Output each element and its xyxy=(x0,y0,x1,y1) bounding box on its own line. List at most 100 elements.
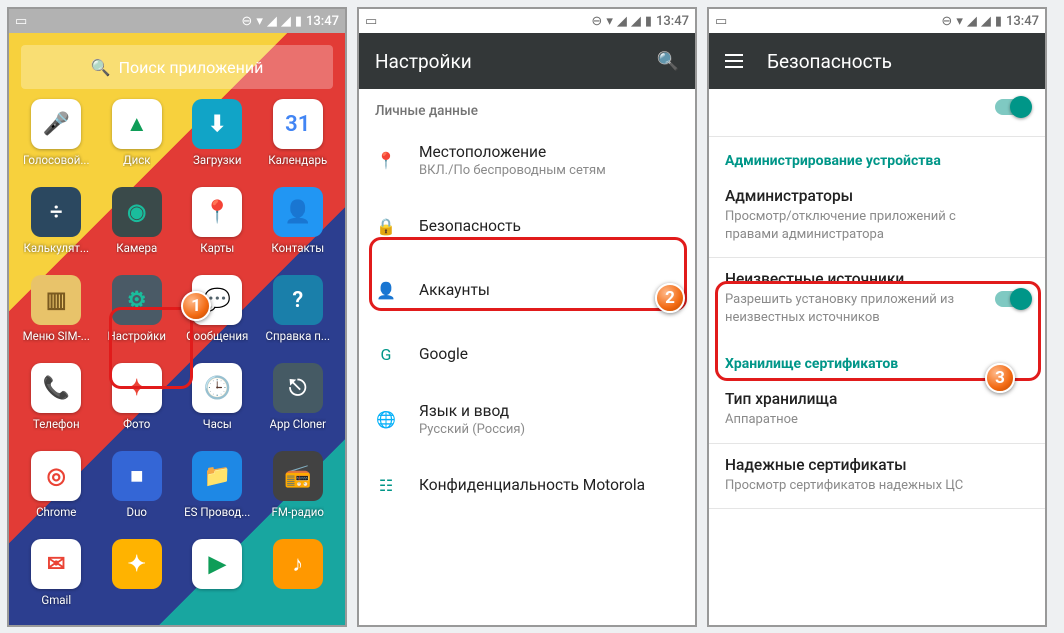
app-FM-радио[interactable]: 📻FM-радио xyxy=(259,451,338,537)
dnd-icon: ⊖ xyxy=(241,14,252,29)
menu-button[interactable] xyxy=(725,60,743,62)
settings-row-title: Безопасность xyxy=(419,217,521,235)
app-Камера[interactable]: ◉Камера xyxy=(98,187,177,273)
app-Календарь[interactable]: 31 Календарь xyxy=(259,99,338,185)
toggle-partial[interactable] xyxy=(995,99,1029,115)
row-title: Тип хранилища xyxy=(725,390,1029,408)
app-icon: 📁 xyxy=(192,451,242,501)
notification-icon: ▭ xyxy=(15,14,27,29)
app-slot-23[interactable]: ♪ xyxy=(259,539,338,625)
signal-icon: ◢ xyxy=(967,14,977,29)
app-Gmail[interactable]: ✉Gmail xyxy=(17,539,96,625)
app-icon: ✉ xyxy=(31,539,81,589)
app-label: Сообщения xyxy=(186,329,248,343)
app-Телефон[interactable]: 📞Телефон xyxy=(17,363,96,449)
row-unknown-sources[interactable]: Неизвестные источники Разрешить установк… xyxy=(709,258,1045,340)
app-icon: ÷ xyxy=(31,187,81,237)
security-appbar: Безопасность xyxy=(709,33,1045,89)
settings-row-2[interactable]: 👤Аккаунты xyxy=(359,258,695,322)
app-label: Голосовой... xyxy=(23,153,89,167)
signal-icon-2: ◢ xyxy=(631,14,641,29)
app-Chrome[interactable]: ◎Chrome xyxy=(17,451,96,537)
app-slot-22[interactable]: ▶ xyxy=(178,539,257,625)
app-Диск[interactable]: ▲Диск xyxy=(98,99,177,185)
app-Загрузки[interactable]: ⬇Загрузки xyxy=(178,99,257,185)
row-sub: Просмотр/отключение приложений с правами… xyxy=(725,208,975,243)
battery-icon: ▮ xyxy=(995,14,1002,29)
status-bar: ▭ ⊖ ▾ ◢ ◢ ▮ 13:47 xyxy=(709,9,1045,33)
section-personal: Личные данные xyxy=(359,89,695,127)
wifi-icon: ▾ xyxy=(606,14,613,29)
app-Часы[interactable]: 🕒Часы xyxy=(178,363,257,449)
search-placeholder: Поиск приложений xyxy=(119,58,264,77)
status-bar: ▭ ⊖ ▾ ◢ ◢ ▮ 13:47 xyxy=(9,9,345,33)
signal-icon: ◢ xyxy=(617,14,627,29)
signal-icon: ◢ xyxy=(267,14,277,29)
app-Фото[interactable]: ✦Фото xyxy=(98,363,177,449)
app-icon: 31 xyxy=(273,99,323,149)
settings-row-title: Язык и ввод xyxy=(419,402,525,420)
app-Настройки[interactable]: ⚙Настройки xyxy=(98,275,177,361)
row-partial-top[interactable] xyxy=(709,89,1045,137)
settings-row-5[interactable]: ☷Конфиденциальность Motorola xyxy=(359,453,695,517)
app-label: ES Провод... xyxy=(184,505,250,519)
search-input[interactable]: 🔍 Поиск приложений xyxy=(21,45,333,89)
row-storage-type[interactable]: Тип хранилища Аппаратное xyxy=(709,378,1045,443)
wifi-icon: ▾ xyxy=(956,14,963,29)
row-trusted-certs[interactable]: Надежные сертификаты Просмотр сертификат… xyxy=(709,444,1045,509)
settings-appbar: Настройки 🔍 xyxy=(359,33,695,89)
battery-icon: ▮ xyxy=(645,14,652,29)
row-title: Надежные сертификаты xyxy=(725,456,1029,474)
app-icon: 📍 xyxy=(192,187,242,237)
section-admin: Администрирование устройства xyxy=(709,137,1045,175)
app-Справка п...[interactable]: ?Справка п... xyxy=(259,275,338,361)
app-icon: ? xyxy=(273,275,323,325)
dnd-icon: ⊖ xyxy=(941,14,952,29)
row-sub: Просмотр сертификатов надежных ЦС xyxy=(725,477,975,495)
row-administrators[interactable]: Администраторы Просмотр/отключение прило… xyxy=(709,175,1045,257)
app-ES Провод...[interactable]: 📁 ES Провод... xyxy=(178,451,257,537)
app-Duo[interactable]: ■Duo xyxy=(98,451,177,537)
app-Контакты[interactable]: 👤Контакты xyxy=(259,187,338,273)
status-bar: ▭ ⊖ ▾ ◢ ◢ ▮ 13:47 xyxy=(359,9,695,33)
app-Меню SIM-...[interactable]: ▥Меню SIM-... xyxy=(17,275,96,361)
app-Сообщения[interactable]: 💬 Сообщения xyxy=(178,275,257,361)
app-Голосовой...[interactable]: 🎤Голосовой... xyxy=(17,99,96,185)
app-label: Календарь xyxy=(268,153,327,167)
app-label: App Cloner xyxy=(270,417,326,431)
search-icon[interactable]: 🔍 xyxy=(657,51,679,72)
settings-row-icon: 📍 xyxy=(375,151,397,170)
app-label: Chrome xyxy=(36,505,76,519)
app-label: Калькулят... xyxy=(23,241,89,255)
settings-row-3[interactable]: GGoogle xyxy=(359,322,695,386)
app-icon: 🕒 xyxy=(192,363,242,413)
signal-icon-2: ◢ xyxy=(281,14,291,29)
app-label: Камера xyxy=(116,241,157,255)
row-sub: Аппаратное xyxy=(725,411,975,429)
app-icon: 💬 xyxy=(192,275,242,325)
app-label: Карты xyxy=(200,241,234,255)
row-sub: Разрешить установку приложений из неизве… xyxy=(725,291,975,326)
settings-row-0[interactable]: 📍МестоположениеВКЛ./По беспроводным сетя… xyxy=(359,127,695,194)
settings-row-1[interactable]: 🔒Безопасность xyxy=(359,194,695,258)
settings-row-title: Аккаунты xyxy=(419,281,490,299)
settings-row-title: Конфиденциальность Motorola xyxy=(419,476,645,494)
app-grid: 🎤Голосовой...▲Диск⬇Загрузки 31 Календарь ÷ К… xyxy=(17,99,337,625)
app-Калькулят...[interactable]: ÷ Калькулят... xyxy=(17,187,96,273)
dnd-icon: ⊖ xyxy=(591,14,602,29)
divider xyxy=(709,508,1045,509)
app-slot-21[interactable]: ✦ xyxy=(98,539,177,625)
app-label: Настройки xyxy=(107,329,166,343)
clock: 13:47 xyxy=(1006,14,1039,29)
phone-settings: ▭ ⊖ ▾ ◢ ◢ ▮ 13:47 Настройки 🔍 Личные дан… xyxy=(357,7,697,627)
app-App Cloner[interactable]: ⎋App Cloner xyxy=(259,363,338,449)
notification-icon: ▭ xyxy=(715,14,727,29)
app-label: Duo xyxy=(127,505,147,519)
app-label: Диск xyxy=(123,153,151,167)
app-icon: ✦ xyxy=(112,539,162,589)
settings-row-title: Местоположение xyxy=(419,143,606,161)
app-Карты[interactable]: 📍 Карты xyxy=(178,187,257,273)
toggle-unknown-sources[interactable] xyxy=(995,291,1029,307)
settings-row-4[interactable]: 🌐Язык и вводРусский (Россия) xyxy=(359,386,695,453)
settings-row-title: Google xyxy=(419,345,468,363)
